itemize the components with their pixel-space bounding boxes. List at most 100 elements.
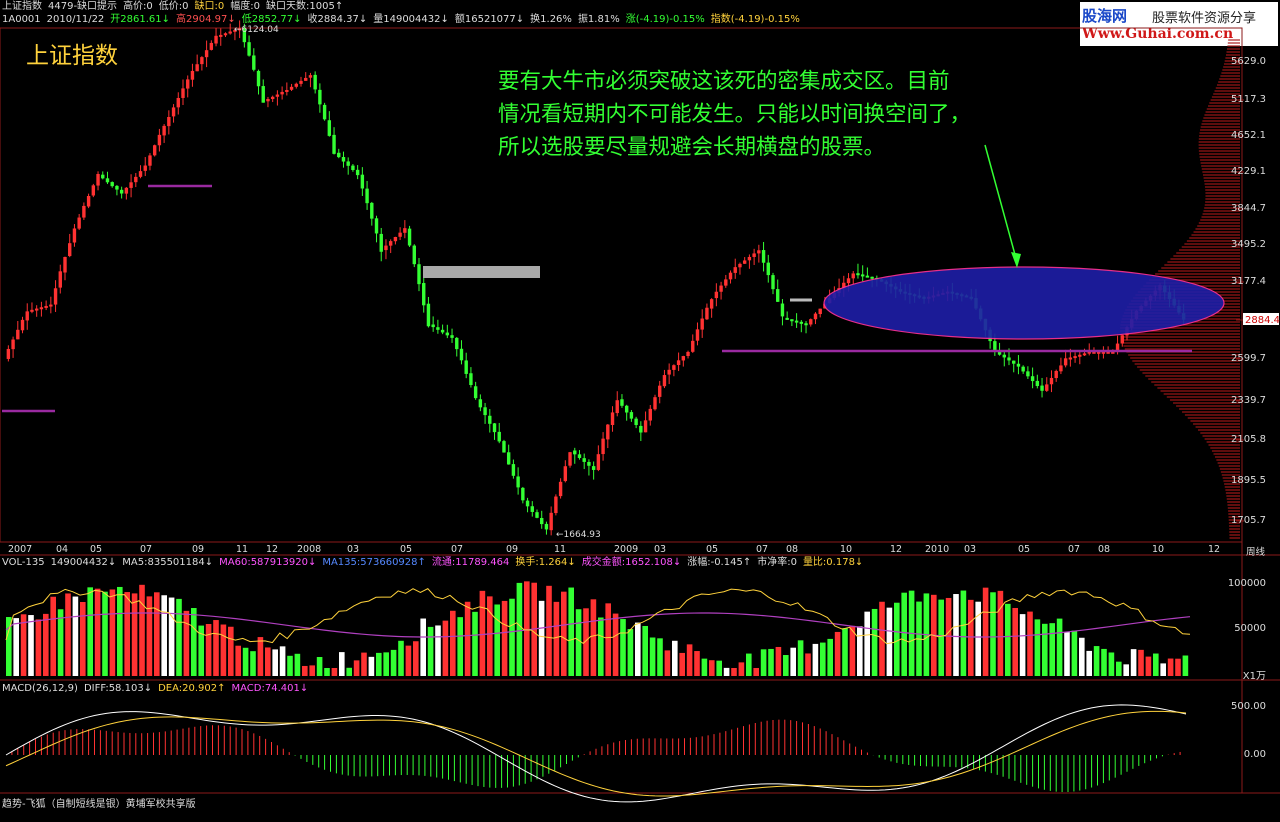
candle-body [700,318,704,330]
volume-bar [538,600,545,676]
volume-bar [842,628,848,676]
candle-body [422,283,426,306]
candle-body [346,161,350,166]
candle-body [91,185,96,196]
candle-body [601,438,605,455]
x-tick-label: 2008 [297,544,322,555]
candle-body [143,165,147,171]
x-tick-label: 11 [236,544,249,555]
candle-body [478,399,483,408]
volume-bar [820,642,826,676]
candle-body [794,320,799,323]
candle-body [530,506,534,512]
volume-bar [790,647,796,676]
volume-bar [272,649,278,676]
candle-body [506,452,511,465]
volume-bar [324,668,330,676]
candle-body [186,79,190,89]
volume-bar [442,620,449,676]
candle-body [511,464,516,476]
candle-body [610,412,615,425]
candle-body [634,418,638,426]
x-tick-label: 10 [840,544,853,555]
y-tick-label: 1895.5 [1231,475,1266,486]
macd-tick-label: 0.00 [1243,749,1266,760]
volume-bar [50,596,56,676]
volume-bar [124,592,130,676]
x-tick-label: 03 [347,544,360,555]
period-label: 周线 [1246,547,1266,558]
candle-body [1078,354,1082,357]
candle-body [101,174,105,179]
candle-body [152,145,157,156]
candle-body [856,273,860,276]
candle-body [1040,385,1044,391]
volume-bar [1056,618,1063,676]
candle-body [412,245,416,265]
volume-bar [627,629,634,676]
candle-body [63,256,67,273]
x-tick-label: 07 [140,544,153,555]
candle-body [82,205,86,218]
candle-body [724,279,728,286]
volume-bar [65,593,71,676]
volume-bar [768,648,774,676]
candle-body [167,116,171,127]
x-tick-label: 03 [654,544,667,555]
candle-body [780,303,785,317]
candle-body [870,276,874,279]
candle-body [228,31,232,34]
y-tick-label: 5117.3 [1231,94,1266,105]
volume-bar [302,665,308,676]
volume-bar [612,613,619,676]
volume-bar [864,611,870,676]
gap-marker [423,266,540,278]
candle-body [658,385,662,397]
y-tick-label: 4229.1 [1231,166,1266,177]
candle-body [1002,354,1006,358]
candle-body [747,256,752,261]
volume-bar [524,581,530,676]
x-tick-label: 07 [1068,544,1081,555]
price-chart[interactable]: ←6124.04 ←1664.93 2884.4 [0,0,1280,822]
volume-bar [1123,664,1129,676]
annotation-arrow [984,144,1018,263]
volume-bar [361,652,367,676]
candle-body [1035,380,1040,387]
volume-bar [450,610,456,676]
volume-bar [894,602,900,676]
x-tick-label: 2007 [8,544,33,555]
candle-body [20,319,25,331]
volume-bar [805,653,811,676]
y-tick-label: 2599.7 [1231,353,1266,364]
volume-bar [590,599,597,676]
candle-body [473,386,478,399]
candle-body [818,308,822,315]
volume-bar [43,613,49,676]
volume-bar [205,624,212,676]
volume-bar [997,590,1004,676]
candle-body [129,182,133,188]
volume-bar [753,668,759,676]
volume-bar [28,615,34,676]
x-tick-label: 07 [756,544,769,555]
consolidation-zone-ellipse [823,266,1225,340]
volume-bar [80,601,86,676]
candle-body [86,196,91,207]
volume-bar [479,590,486,676]
volume-bar [213,620,219,676]
candle-body [761,250,766,263]
candle-body [540,517,544,525]
candle-body [705,307,709,320]
volume-bar [1182,655,1189,676]
candle-body [190,70,195,80]
volume-bar [457,617,463,676]
volume-bar [1049,623,1055,676]
x-tick-label: 04 [56,544,69,555]
volume-bar [1145,656,1152,676]
volume-bar [1064,632,1070,676]
candle-body [1049,377,1054,385]
candle-body [591,466,596,470]
volume-bar [87,587,93,676]
candle-body [464,360,468,374]
